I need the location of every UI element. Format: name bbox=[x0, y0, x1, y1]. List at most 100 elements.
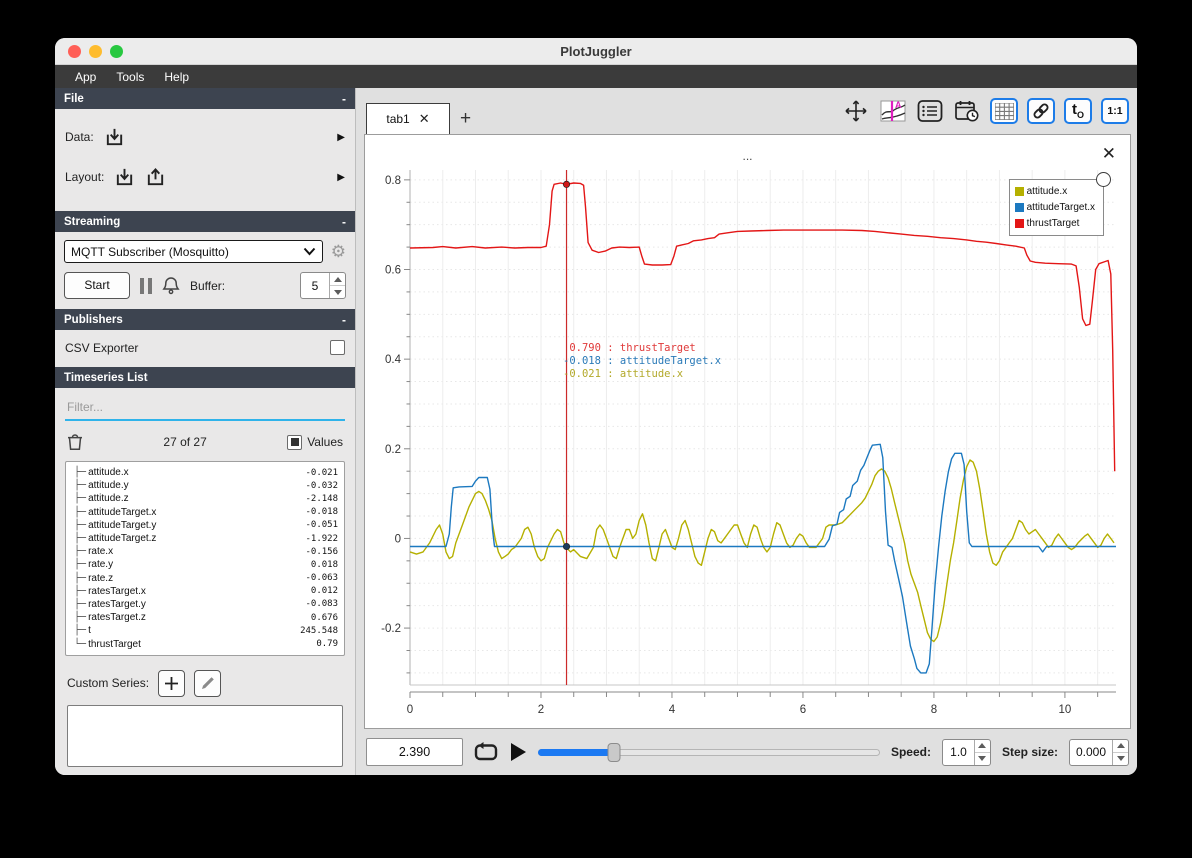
spin-down-icon[interactable] bbox=[330, 286, 345, 298]
series-name: rate.x bbox=[88, 546, 114, 558]
spin-up-icon[interactable] bbox=[330, 273, 345, 286]
loop-icon[interactable] bbox=[474, 741, 498, 763]
series-value: -0.018 bbox=[305, 507, 338, 518]
legend[interactable]: attitude.x attitudeTarget.x thrustTarget bbox=[1008, 172, 1111, 236]
values-checkbox[interactable] bbox=[287, 434, 303, 450]
tree-branch-icon: ├─ bbox=[68, 519, 87, 531]
csv-exporter-checkbox[interactable] bbox=[330, 340, 345, 355]
timeseries-row[interactable]: ├─ rate.x -0.156 bbox=[68, 545, 338, 558]
collapse-icon[interactable]: - bbox=[342, 313, 346, 327]
ratio-button[interactable]: 1:1 bbox=[1101, 98, 1129, 124]
time-offset-button[interactable]: tO bbox=[1064, 98, 1092, 124]
timeseries-row[interactable]: ├─ ratesTarget.y -0.083 bbox=[68, 598, 338, 611]
section-header-timeseries-list[interactable]: Timeseries List bbox=[55, 367, 355, 388]
curve-tracker-icon[interactable]: A bbox=[879, 98, 907, 124]
tracker-tooltip-line: 0.790 : thrustTarget bbox=[563, 342, 696, 354]
grid-layout-button[interactable] bbox=[990, 98, 1018, 124]
menu-item-help[interactable]: Help bbox=[156, 68, 197, 86]
custom-series-list[interactable] bbox=[67, 704, 343, 767]
tab-tab1[interactable]: tab1 ✕ bbox=[366, 103, 450, 134]
link-axes-button[interactable] bbox=[1027, 98, 1055, 124]
timeseries-row[interactable]: ├─ ratesTarget.x 0.012 bbox=[68, 585, 338, 598]
timeseries-row[interactable]: ├─ ratesTarget.z 0.676 bbox=[68, 611, 338, 624]
speed-label: Speed: bbox=[890, 745, 931, 759]
timeline-slider[interactable] bbox=[538, 742, 880, 762]
custom-series-add-button[interactable] bbox=[158, 669, 186, 697]
slider-handle[interactable] bbox=[607, 743, 621, 762]
timeseries-row[interactable]: ├─ attitudeTarget.z -1.922 bbox=[68, 532, 338, 545]
timeseries-row[interactable]: ├─ attitude.x -0.021 bbox=[68, 466, 338, 479]
load-layout-icon[interactable] bbox=[114, 167, 135, 188]
series-value: -0.051 bbox=[305, 520, 338, 531]
date-time-icon[interactable] bbox=[953, 98, 981, 124]
speed-spinbox[interactable]: 1.0 bbox=[941, 738, 991, 766]
tree-branch-icon: ├─ bbox=[68, 533, 87, 545]
menu-item-app[interactable]: App bbox=[67, 68, 104, 86]
notification-bell-icon[interactable] bbox=[162, 276, 180, 295]
time-value-input[interactable] bbox=[366, 738, 463, 766]
timeseries-row[interactable]: ├─ attitudeTarget.y -0.051 bbox=[68, 519, 338, 532]
timeseries-row[interactable]: ├─ t 245.548 bbox=[68, 624, 338, 637]
tree-branch-icon: └─ bbox=[68, 638, 87, 650]
tree-branch-icon: ├─ bbox=[68, 480, 87, 492]
series-name: rate.z bbox=[88, 572, 114, 584]
section-header-publishers[interactable]: Publishers - bbox=[55, 309, 355, 330]
spin-down-icon[interactable] bbox=[975, 753, 990, 765]
legend-label: attitude.x bbox=[1026, 185, 1068, 197]
section-header-streaming[interactable]: Streaming - bbox=[55, 211, 355, 232]
streaming-source-select[interactable]: MQTT Subscriber (Mosquitto) bbox=[64, 240, 323, 263]
collapse-icon[interactable]: - bbox=[342, 92, 346, 106]
save-layout-icon[interactable] bbox=[145, 167, 166, 188]
timeseries-row[interactable]: ├─ attitude.y -0.032 bbox=[68, 479, 338, 492]
timeseries-row[interactable]: ├─ attitude.z -2.148 bbox=[68, 492, 338, 505]
svg-text:8: 8 bbox=[931, 704, 937, 716]
gear-icon[interactable]: ⚙ bbox=[331, 243, 346, 260]
pause-icon[interactable] bbox=[140, 277, 152, 294]
collapse-icon[interactable]: - bbox=[342, 215, 346, 229]
series-name: ratesTarget.z bbox=[88, 612, 146, 624]
plot-title[interactable]: ... bbox=[365, 149, 1130, 163]
plot-close-icon[interactable]: ✕ bbox=[1102, 145, 1116, 162]
plot-area[interactable]: -0.2 0 0.2 0.4 0.6 0.8 0 2 4 6 8 10 ... ✕ attitude.… bbox=[364, 134, 1131, 729]
timeseries-row[interactable]: ├─ rate.y 0.018 bbox=[68, 558, 338, 571]
legend-item[interactable]: thrustTarget bbox=[1014, 215, 1095, 231]
zoom-window-button[interactable] bbox=[110, 45, 123, 58]
trash-icon[interactable] bbox=[67, 433, 83, 451]
buffer-spinbox[interactable]: 5 bbox=[300, 272, 346, 299]
load-data-icon[interactable] bbox=[104, 127, 125, 148]
menu-bar: App Tools Help bbox=[55, 65, 1137, 88]
list-view-icon[interactable] bbox=[916, 98, 944, 124]
timeseries-row[interactable]: ├─ attitudeTarget.x -0.018 bbox=[68, 506, 338, 519]
legend-item[interactable]: attitudeTarget.x bbox=[1014, 199, 1095, 215]
move-tool-icon[interactable] bbox=[842, 98, 870, 124]
close-window-button[interactable] bbox=[68, 45, 81, 58]
data-submenu-arrow-icon[interactable]: ▶ bbox=[337, 132, 345, 143]
layout-submenu-arrow-icon[interactable]: ▶ bbox=[337, 172, 345, 183]
legend-swatch bbox=[1014, 218, 1024, 228]
add-tab-button[interactable]: + bbox=[460, 108, 471, 130]
spin-down-icon[interactable] bbox=[1113, 753, 1128, 765]
tree-branch-icon: ├─ bbox=[68, 467, 87, 479]
custom-series-edit-button[interactable] bbox=[194, 669, 222, 697]
legend-item[interactable]: attitude.x bbox=[1014, 183, 1095, 199]
series-name: attitudeTarget.z bbox=[88, 533, 157, 545]
minimize-window-button[interactable] bbox=[89, 45, 102, 58]
svg-text:0.8: 0.8 bbox=[385, 175, 401, 187]
app-window: PlotJuggler App Tools Help File - Data: ▶ … bbox=[55, 38, 1137, 775]
step-size-spinbox[interactable]: 0.000 bbox=[1069, 738, 1129, 766]
transport-bar: Speed: 1.0 Step size: 0.000 bbox=[364, 729, 1131, 775]
spin-up-icon[interactable] bbox=[974, 740, 990, 753]
timeseries-row[interactable]: ├─ rate.z -0.063 bbox=[68, 572, 338, 585]
series-value: -0.063 bbox=[305, 573, 338, 584]
legend-handle[interactable] bbox=[1096, 172, 1111, 187]
timeseries-filter-input[interactable] bbox=[65, 394, 345, 421]
play-button[interactable] bbox=[509, 742, 527, 762]
tab-close-icon[interactable]: ✕ bbox=[419, 111, 430, 127]
timeseries-row[interactable]: └─ thrustTarget 0.79 bbox=[68, 637, 338, 650]
section-header-file[interactable]: File - bbox=[55, 88, 355, 109]
start-button[interactable]: Start bbox=[64, 272, 130, 299]
series-name: attitude.z bbox=[88, 493, 129, 505]
spin-up-icon[interactable] bbox=[1113, 740, 1128, 753]
series-value: -0.032 bbox=[305, 480, 338, 491]
menu-item-tools[interactable]: Tools bbox=[108, 68, 152, 86]
